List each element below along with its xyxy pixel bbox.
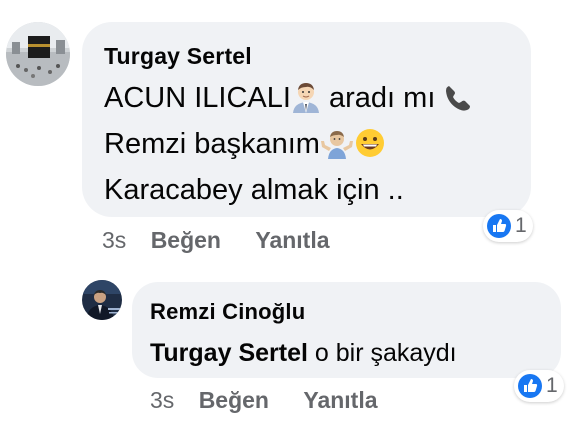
like-reaction-icon	[486, 213, 512, 239]
reply-text-body: o bir şakaydı	[307, 339, 457, 367]
reaction-count: 1	[546, 374, 558, 397]
avatar-turgay-sertel[interactable]	[6, 22, 70, 86]
person-shrugging-emoji	[320, 127, 354, 159]
reply-button[interactable]: Yanıtla	[303, 387, 377, 413]
reply-actions: 3s Beğen Yanıtla	[150, 386, 406, 414]
like-button[interactable]: Beğen	[151, 227, 221, 253]
comment-line-3: Karacabey almak için ..	[104, 174, 404, 206]
comment-line-1: ACUN ILICALI aradı mı	[104, 80, 509, 116]
reply-text: Turgay Sertel o bir şakaydı	[150, 338, 543, 368]
reaction-counter[interactable]: 1	[483, 210, 533, 242]
comment-line-2: Remzi başkanım	[104, 126, 509, 162]
grinning-face-emoji	[354, 127, 386, 159]
mention-link[interactable]: Turgay Sertel	[150, 339, 308, 367]
telephone-emoji	[443, 83, 473, 113]
comment-bubble: Turgay Sertel ACUN ILICALI aradı mı Remz…	[82, 22, 531, 217]
reply-bubble: Remzi Cinoğlu Turgay Sertel o bir şakayd…	[132, 282, 561, 378]
reaction-count: 1	[515, 214, 527, 237]
comment-text: ACUN ILICALI	[104, 82, 291, 114]
comment-timestamp[interactable]: 3s	[102, 227, 126, 253]
like-button[interactable]: Beğen	[199, 387, 269, 413]
comment-actions: 3s Beğen Yanıtla	[102, 226, 358, 254]
comment-author[interactable]: Turgay Sertel	[104, 42, 509, 70]
comment-text-after: aradı mı	[320, 82, 444, 114]
reply-author[interactable]: Remzi Cinoğlu	[150, 298, 543, 326]
man-office-worker-emoji	[291, 81, 321, 113]
avatar-remzi-cinoglu[interactable]	[82, 280, 122, 320]
comment-thread: Turgay Sertel ACUN ILICALI aradı mı Remz…	[0, 0, 567, 427]
reply-button[interactable]: Yanıtla	[255, 227, 329, 253]
reply-timestamp[interactable]: 3s	[150, 387, 174, 413]
comment-text: Remzi başkanım	[104, 128, 320, 160]
like-reaction-icon	[517, 373, 543, 399]
reaction-counter[interactable]: 1	[514, 370, 564, 402]
